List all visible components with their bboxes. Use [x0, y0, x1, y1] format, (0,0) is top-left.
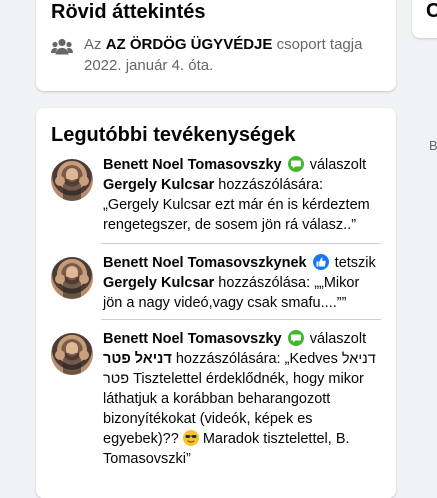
comment-icon: [287, 330, 304, 346]
activity-text: Benett Noel Tomasovszkynek tetszik Gerge…: [103, 253, 381, 313]
divider: [101, 319, 381, 320]
membership-prefix: Az: [84, 36, 102, 53]
right-side-card: C: [412, 0, 437, 38]
summary-card: Rövid áttekintés Az AZ ÖRDÖG ÜGYVÉDJE cs…: [36, 0, 396, 91]
action-text: tetszik: [334, 255, 376, 271]
avatar[interactable]: [51, 159, 93, 201]
activity-text: Benett Noel Tomasovszky válaszolt Gergel…: [103, 155, 381, 235]
comment-quote[interactable]: „Kedves דניאל פטר Tisztelettel érdeklődn…: [103, 351, 376, 467]
like-icon: [312, 254, 329, 270]
divider: [101, 243, 381, 244]
summary-title: Rövid áttekintés: [51, 1, 206, 23]
connector-text: hozzászólása:: [218, 275, 311, 291]
target-link[interactable]: דניאל פטר: [103, 351, 172, 367]
target-link[interactable]: Gergely Kulcsar: [103, 177, 214, 193]
actor-link[interactable]: Benett Noel Tomasovszky: [103, 157, 282, 173]
comment-quote[interactable]: „Gergely Kulcsar ezt már én is kérdeztem…: [103, 197, 370, 233]
activity-title: Legutóbbi tevékenységek: [51, 124, 296, 146]
target-link[interactable]: Gergely Kulcsar: [103, 275, 214, 291]
actor-link[interactable]: Benett Noel Tomasovszky: [103, 331, 282, 347]
recent-activity-card: Legutóbbi tevékenységek Benett Noel Toma…: [36, 108, 396, 498]
activity-item[interactable]: Benett Noel Tomasovszky válaszolt Gergel…: [51, 155, 381, 235]
sunglasses-emoji-icon: [182, 430, 199, 446]
connector-text: hozzászólására:: [175, 351, 281, 367]
activity-text: Benett Noel Tomasovszky válaszolt דניאל …: [103, 329, 381, 469]
avatar[interactable]: [51, 333, 93, 375]
comment-icon: [287, 156, 304, 172]
side-text-fragment: B: [429, 138, 437, 153]
right-card-title: C: [426, 0, 437, 22]
group-members-icon: [51, 38, 73, 58]
membership-text: Az AZ ÖRDÖG ÜGYVÉDJE csoport tagja 2022.…: [84, 34, 381, 76]
connector-text: hozzászólására:: [218, 177, 324, 193]
action-text: válaszolt: [309, 157, 367, 173]
action-text: válaszolt: [309, 331, 367, 347]
actor-link[interactable]: Benett Noel Tomasovszkynek: [103, 255, 307, 271]
avatar[interactable]: [51, 257, 93, 299]
membership-row: Az AZ ÖRDÖG ÜGYVÉDJE csoport tagja 2022.…: [51, 34, 381, 76]
group-name-link[interactable]: AZ ÖRDÖG ÜGYVÉDJE: [106, 36, 273, 53]
activity-item[interactable]: Benett Noel Tomasovszkynek tetszik Gerge…: [51, 253, 381, 313]
activity-item[interactable]: Benett Noel Tomasovszky válaszolt דניאל …: [51, 329, 381, 469]
